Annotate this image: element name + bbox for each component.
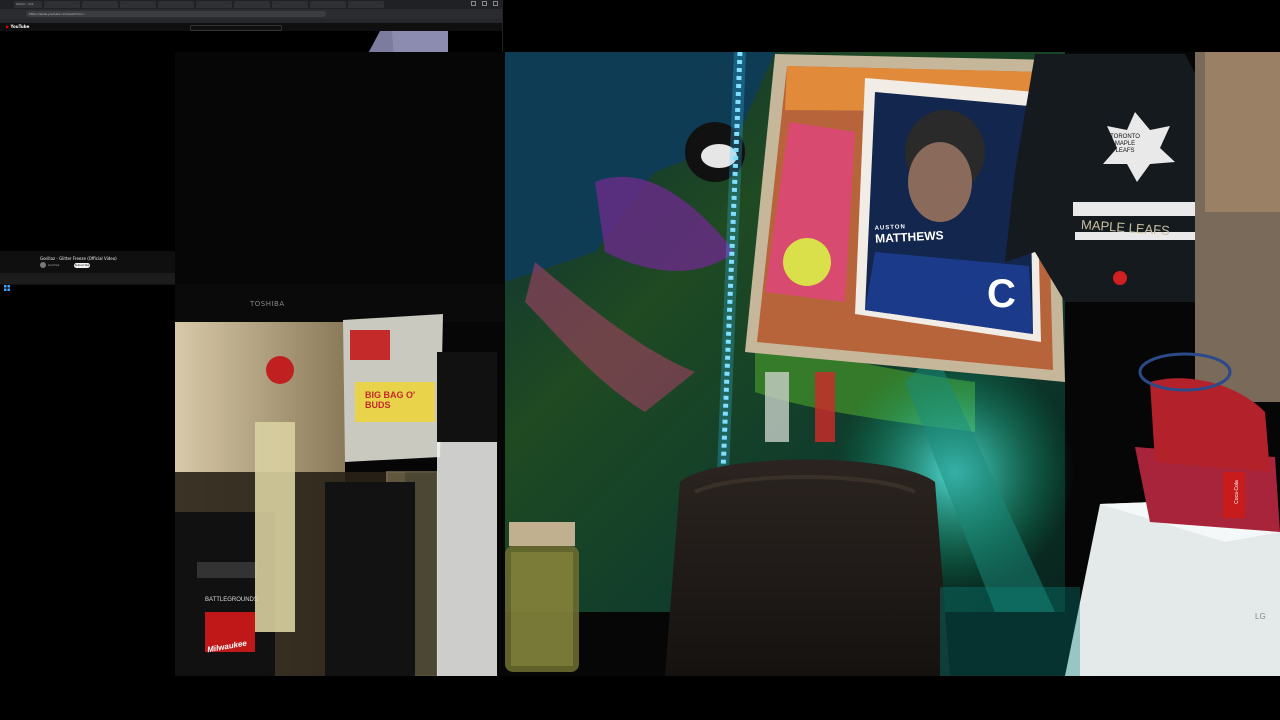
browser-tab[interactable] [158, 1, 194, 8]
box-brand2-label: BATTLEGROUNDS [205, 597, 258, 603]
jersey-logo-text: TORONTO MAPLE LEAFS [1110, 134, 1140, 154]
browser-tab[interactable] [310, 1, 346, 8]
video-title: Gorillaz - Glitter Freeze (Official Vide… [40, 256, 117, 261]
poster-captain-letter: C [987, 272, 1016, 316]
youtube-play-icon: ▶ [6, 24, 10, 29]
close-icon[interactable] [493, 1, 498, 6]
minimize-icon[interactable] [471, 1, 476, 6]
url-field[interactable]: https://www.youtube.com/watch?v=... [26, 11, 326, 17]
herb-jar [505, 522, 579, 672]
browser-tab[interactable] [348, 1, 384, 8]
subscribe-button[interactable]: Subscribe [74, 263, 90, 268]
poster-player-name: AUSTON MATTHEWS [875, 222, 944, 246]
window-controls [471, 1, 498, 6]
monitor-brand-label: TOSHIBA [250, 300, 285, 308]
webcam-feed: AUSTON MATTHEWS C TORONTO MAPLE LEAFS MA… [175, 51, 1280, 677]
fridge-brand-label: LG [1255, 612, 1266, 621]
browser-tab[interactable] [234, 1, 270, 8]
channel-avatar[interactable] [40, 262, 46, 268]
snack-bag [343, 314, 443, 462]
youtube-logo[interactable]: ▶ YouTube [6, 24, 29, 29]
browser-tab[interactable] [196, 1, 232, 8]
browser-tab-strip: Watch - IOS [0, 0, 502, 9]
snack-bag-label: BIG BAG O' BUDS [365, 390, 416, 410]
channel-name[interactable]: Gorillaz [48, 263, 59, 267]
gaming-chair[interactable] [665, 459, 950, 677]
browser-tab[interactable] [82, 1, 118, 8]
browser-tab[interactable] [44, 1, 80, 8]
windows-start-icon[interactable] [4, 276, 10, 291]
browser-tab[interactable]: Watch - IOS [14, 1, 42, 8]
can-brand-label: Coca-Cola [1233, 480, 1240, 504]
maximize-icon[interactable] [482, 1, 487, 6]
browser-tab[interactable] [120, 1, 156, 8]
browser-tab[interactable] [272, 1, 308, 8]
youtube-logo-text: YouTube [10, 24, 30, 29]
